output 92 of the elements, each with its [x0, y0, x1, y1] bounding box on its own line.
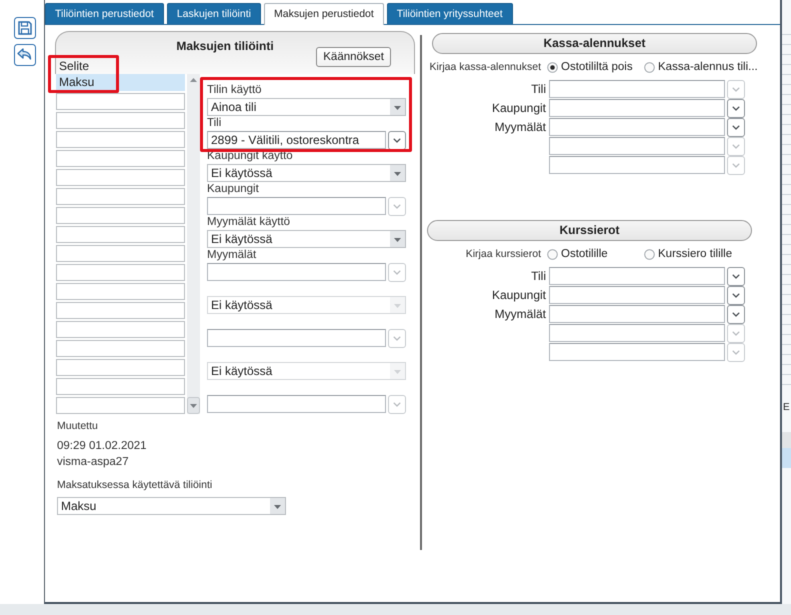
list-row[interactable] [56, 264, 185, 281]
chevron-down-icon [393, 270, 401, 275]
chevron-down-icon [393, 402, 401, 407]
chevron-down-icon [732, 144, 740, 149]
field-label: Kaupungit [207, 182, 260, 197]
input-field[interactable] [549, 343, 725, 361]
modified-by: visma-aspa27 [57, 455, 130, 469]
list-row[interactable] [56, 226, 185, 243]
section-header: Kassa-alennukset [432, 33, 757, 54]
radio-option[interactable]: Kassa-alennus tili... [644, 61, 758, 73]
dropdown[interactable]: Ei käytössä [207, 164, 406, 182]
field-label: Kirjaa kassa-alennukset [428, 60, 542, 74]
undo-icon[interactable] [14, 44, 36, 66]
dropdown-button[interactable] [388, 131, 406, 150]
chevron-down-icon [732, 274, 740, 279]
list-row[interactable] [56, 397, 185, 414]
field-label: Tilin käyttö [207, 83, 263, 98]
radio-option[interactable]: Kurssiero tilille [644, 248, 739, 260]
list-row[interactable] [56, 283, 185, 300]
input-field[interactable] [549, 305, 725, 323]
chevron-down-icon [732, 125, 740, 130]
list-row[interactable] [56, 321, 185, 338]
dropdown-button[interactable] [727, 267, 745, 286]
list-row[interactable] [56, 150, 185, 167]
input-field[interactable] [549, 137, 725, 155]
list-row[interactable] [56, 359, 185, 376]
field-label: Maksatuksessa käytettävä tiliöinti [57, 479, 214, 492]
chevron-down-icon [732, 312, 740, 317]
input-field[interactable] [549, 324, 725, 342]
chevron-down-icon [393, 336, 401, 341]
chevron-down-icon [393, 138, 401, 143]
chevron-down-icon [732, 106, 740, 111]
list-row[interactable] [56, 340, 185, 357]
list-row[interactable] [56, 207, 185, 224]
radio-option[interactable]: Ostotilille [547, 248, 642, 260]
input-field[interactable] [549, 80, 725, 98]
section-header: Kurssierot [427, 220, 752, 241]
translations-button[interactable]: Käännökset [316, 47, 391, 67]
tab[interactable]: Tiliöintien yrityssuhteet [386, 3, 513, 24]
dropdown[interactable]: Maksu [57, 497, 286, 515]
table-row [782, 432, 791, 448]
input-field[interactable]: 2899 - Välitili, ostoreskontra [207, 131, 386, 149]
field-label: Kaupungit [490, 288, 547, 302]
field-label: Myymälät käyttö [207, 215, 292, 230]
chevron-down-icon [732, 163, 740, 168]
list-row[interactable] [56, 378, 185, 395]
field-label: Tili [530, 82, 547, 96]
chevron-down-icon [732, 331, 740, 336]
chevron-down-icon [732, 350, 740, 355]
panel-title: Maksujen tiliöinti [176, 39, 274, 53]
input-field[interactable] [549, 156, 725, 174]
list-row[interactable] [56, 131, 185, 148]
dropdown-button[interactable] [727, 286, 745, 305]
chevron-down-icon [393, 204, 401, 209]
dropdown-button[interactable] [727, 305, 745, 324]
input-field[interactable] [549, 118, 725, 136]
caret-down-icon[interactable] [187, 397, 200, 414]
dropdown[interactable]: Ainoa tili [207, 98, 406, 116]
column-header: Selite [59, 59, 90, 73]
tab[interactable]: Laskujen tiliöinti [166, 3, 261, 24]
radio-option[interactable]: Ostotililtä pois [547, 61, 642, 73]
chevron-down-icon [732, 87, 740, 92]
save-icon[interactable] [14, 17, 36, 39]
list-row[interactable] [56, 188, 185, 205]
background-text: E [782, 401, 791, 415]
input-field[interactable] [549, 286, 725, 304]
field-label: Tili [530, 269, 547, 283]
tab[interactable]: Tiliöintien perustiedot [45, 3, 164, 24]
chevron-down-icon [732, 293, 740, 298]
field-label: Tili [207, 116, 222, 131]
scrollbar[interactable] [187, 74, 200, 414]
list-row[interactable] [56, 169, 185, 186]
list-row[interactable] [56, 302, 185, 319]
list-row[interactable] [56, 112, 185, 129]
dropdown[interactable]: Ei käytössä [207, 230, 406, 248]
field-label: Kirjaa kurssierot [464, 248, 542, 260]
dropdown-button[interactable] [727, 99, 745, 118]
list-row[interactable] [56, 245, 185, 262]
input-field[interactable] [549, 99, 725, 117]
field-label: Myymälät [494, 120, 547, 134]
list-row[interactable] [56, 93, 185, 110]
input-field[interactable] [549, 267, 725, 285]
field-label: Muutettu [57, 420, 99, 433]
modified-time: 09:29 01.02.2021 [57, 439, 148, 453]
list-row[interactable]: Maksu [56, 74, 185, 91]
caret-down-icon [270, 498, 285, 514]
field-label: Myymälät [207, 248, 258, 263]
dropdown-button[interactable] [727, 118, 745, 137]
table-row [782, 448, 791, 468]
field-label: Myymälät [494, 307, 547, 321]
tab[interactable]: Maksujen perustiedot [264, 3, 384, 25]
field-label: Kaupungit [490, 101, 547, 115]
